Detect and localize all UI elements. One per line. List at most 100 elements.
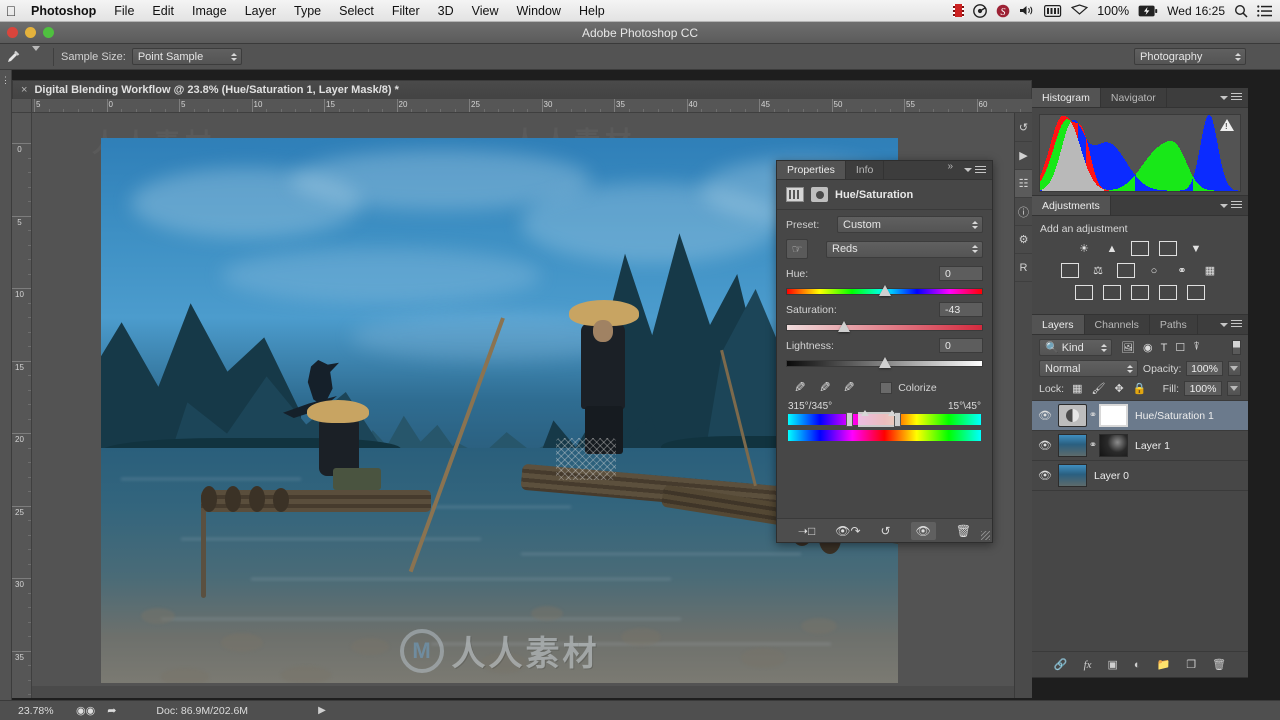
hand-target-icon[interactable]: ☞ bbox=[786, 239, 808, 259]
tab-adjustments[interactable]: Adjustments bbox=[1032, 196, 1111, 215]
range-handle-left-outer[interactable] bbox=[846, 412, 853, 427]
canvas-horizontal-scrollbar[interactable] bbox=[32, 686, 1032, 698]
histogram-panel-menu-button[interactable] bbox=[1214, 88, 1248, 107]
range-falloff-right-icon[interactable] bbox=[888, 410, 896, 416]
list-icon[interactable] bbox=[1257, 0, 1272, 22]
layer-comps-icon[interactable]: ☷ bbox=[1014, 170, 1033, 198]
menu-select[interactable]: Select bbox=[330, 0, 383, 22]
layer-thumbnail-image[interactable] bbox=[1058, 464, 1087, 487]
menu-type[interactable]: Type bbox=[285, 0, 330, 22]
tool-presets-icon[interactable]: ⚙ bbox=[1014, 226, 1033, 254]
share-icon[interactable]: ➦ bbox=[101, 704, 122, 717]
brightness-contrast-icon[interactable]: ☀ bbox=[1074, 240, 1094, 257]
menu-window[interactable]: Window bbox=[508, 0, 570, 22]
info-icon[interactable]: ⓘ bbox=[1014, 198, 1033, 226]
channel-mixer-icon[interactable]: ⚭ bbox=[1172, 262, 1192, 279]
layers-panel-menu-button[interactable] bbox=[1214, 315, 1248, 334]
link-layers-icon[interactable]: 🔗 bbox=[1054, 658, 1068, 671]
menu-clock[interactable]: Wed 16:25 bbox=[1167, 0, 1225, 22]
tab-properties[interactable]: Properties bbox=[777, 161, 846, 179]
menu-view[interactable]: View bbox=[463, 0, 508, 22]
history-icon[interactable]: ↺ bbox=[1014, 114, 1033, 142]
layer-thumbnail-adjustment[interactable] bbox=[1058, 404, 1087, 427]
film-icon[interactable] bbox=[953, 0, 965, 22]
shape-filter-icon[interactable]: ☐ bbox=[1175, 341, 1185, 354]
zoom-level[interactable]: 23.78% bbox=[0, 705, 70, 717]
dropbox-icon[interactable] bbox=[1071, 0, 1089, 22]
layer-visibility-icon[interactable]: 👁 bbox=[1032, 439, 1058, 452]
toggle-previous-icon[interactable]: 👁↷ bbox=[835, 524, 860, 538]
lightness-value-field[interactable]: 0 bbox=[939, 338, 983, 353]
workspace-select[interactable]: Photography bbox=[1134, 48, 1246, 65]
layer-filter-kind-select[interactable]: 🔍 Kind bbox=[1039, 339, 1112, 356]
eyedropper-minus-icon[interactable]: ✎ bbox=[843, 379, 855, 396]
tab-paths[interactable]: Paths bbox=[1150, 315, 1198, 334]
hue-slider-track[interactable] bbox=[786, 285, 983, 296]
document-info[interactable]: Doc: 86.9M/202.6M bbox=[156, 705, 248, 717]
layer-visibility-icon[interactable]: 👁 bbox=[1032, 409, 1058, 422]
eyedropper-icon[interactable]: ✎ bbox=[794, 379, 806, 396]
gradient-map-icon[interactable] bbox=[1158, 284, 1178, 301]
clip-to-layer-icon[interactable]: ➝□ bbox=[798, 524, 815, 538]
color-range-bar-top[interactable] bbox=[788, 410, 981, 427]
link-mask-icon[interactable]: ⚭ bbox=[1087, 440, 1099, 451]
menu-edit[interactable]: Edit bbox=[143, 0, 183, 22]
colorize-checkbox[interactable] bbox=[880, 381, 893, 394]
pixel-filter-icon[interactable]: 🖼 bbox=[1121, 341, 1135, 354]
black-white-icon[interactable] bbox=[1116, 262, 1136, 279]
horizontal-ruler[interactable]: 5 0 5 10 15 20 25 30 35 40 45 50 55 60 bbox=[32, 99, 1032, 113]
hue-saturation-icon[interactable] bbox=[811, 187, 828, 202]
layer-list-empty-space[interactable] bbox=[1032, 491, 1248, 651]
lock-all-icon[interactable]: 🔒 bbox=[1133, 382, 1147, 395]
layer-row-layer-1[interactable]: 👁 ⚭ Layer 1 bbox=[1032, 431, 1248, 461]
layer-row-layer-0[interactable]: 👁 Layer 0 bbox=[1032, 461, 1248, 491]
channel-select[interactable]: Reds bbox=[826, 240, 983, 258]
new-adjustment-icon[interactable]: ◐ bbox=[1134, 659, 1141, 671]
layer-thumbnail-image[interactable] bbox=[1058, 434, 1087, 457]
hue-saturation-icon[interactable] bbox=[1060, 262, 1080, 279]
invert-icon[interactable] bbox=[1074, 284, 1094, 301]
layer-mask-thumbnail[interactable] bbox=[1099, 404, 1128, 427]
layer-row-hue-saturation[interactable]: 👁 ⚭ Hue/Saturation 1 bbox=[1032, 401, 1248, 431]
lock-transparency-icon[interactable]: ▦ bbox=[1072, 382, 1082, 395]
filter-toggle-icon[interactable] bbox=[1232, 340, 1241, 355]
exposure-icon[interactable] bbox=[1158, 240, 1178, 257]
camera-raw-icon[interactable]: ◉◉ bbox=[70, 704, 101, 717]
apple-menu-icon[interactable]:  bbox=[0, 3, 22, 19]
volume-icon[interactable] bbox=[1019, 0, 1035, 22]
disc-icon[interactable] bbox=[973, 0, 988, 22]
fill-stepper[interactable] bbox=[1227, 381, 1241, 396]
tools-panel-collapsed[interactable]: ⋮ bbox=[0, 70, 12, 720]
layer-style-fx-icon[interactable]: fx bbox=[1084, 659, 1092, 671]
eyedropper-tool-icon[interactable] bbox=[0, 44, 26, 70]
link-mask-icon[interactable]: ⚭ bbox=[1087, 410, 1099, 421]
menu-3d[interactable]: 3D bbox=[429, 0, 463, 22]
lightness-slider-track[interactable] bbox=[786, 357, 983, 368]
menu-image[interactable]: Image bbox=[183, 0, 236, 22]
range-falloff-left-icon[interactable] bbox=[861, 410, 869, 416]
color-balance-icon[interactable]: ⚖ bbox=[1088, 262, 1108, 279]
vertical-ruler[interactable]: 0 5 10 15 20 25 30 35 bbox=[12, 113, 32, 698]
resize-grip[interactable] bbox=[981, 531, 990, 540]
menu-layer[interactable]: Layer bbox=[236, 0, 285, 22]
opacity-stepper[interactable] bbox=[1227, 361, 1241, 376]
vibrance-icon[interactable]: ▼ bbox=[1186, 240, 1206, 257]
levels-icon[interactable]: ▲ bbox=[1102, 240, 1122, 257]
posterize-icon[interactable] bbox=[1102, 284, 1122, 301]
document-tab[interactable]: × Digital Blending Workflow @ 23.8% (Hue… bbox=[12, 80, 1032, 99]
double-chevron-right-icon[interactable]: » bbox=[942, 161, 958, 179]
tab-layers[interactable]: Layers bbox=[1032, 315, 1085, 334]
menu-photoshop[interactable]: Photoshop bbox=[22, 0, 105, 22]
opacity-value-field[interactable]: 100% bbox=[1186, 361, 1223, 376]
lightness-slider-knob[interactable] bbox=[878, 357, 891, 368]
eyedropper-plus-icon[interactable]: ✎ bbox=[819, 379, 831, 396]
visibility-icon[interactable]: 👁 bbox=[910, 521, 936, 540]
photo-filter-icon[interactable]: ○ bbox=[1144, 262, 1164, 279]
selective-color-icon[interactable] bbox=[1186, 284, 1206, 301]
saturation-slider-knob[interactable] bbox=[837, 321, 850, 332]
adjustment-layer-icon[interactable] bbox=[786, 187, 804, 202]
skype-icon[interactable]: S bbox=[996, 0, 1010, 22]
ruler-corner[interactable] bbox=[12, 99, 32, 113]
colorize-checkbox-row[interactable]: Colorize bbox=[880, 381, 937, 394]
histogram-graph[interactable] bbox=[1039, 114, 1241, 192]
